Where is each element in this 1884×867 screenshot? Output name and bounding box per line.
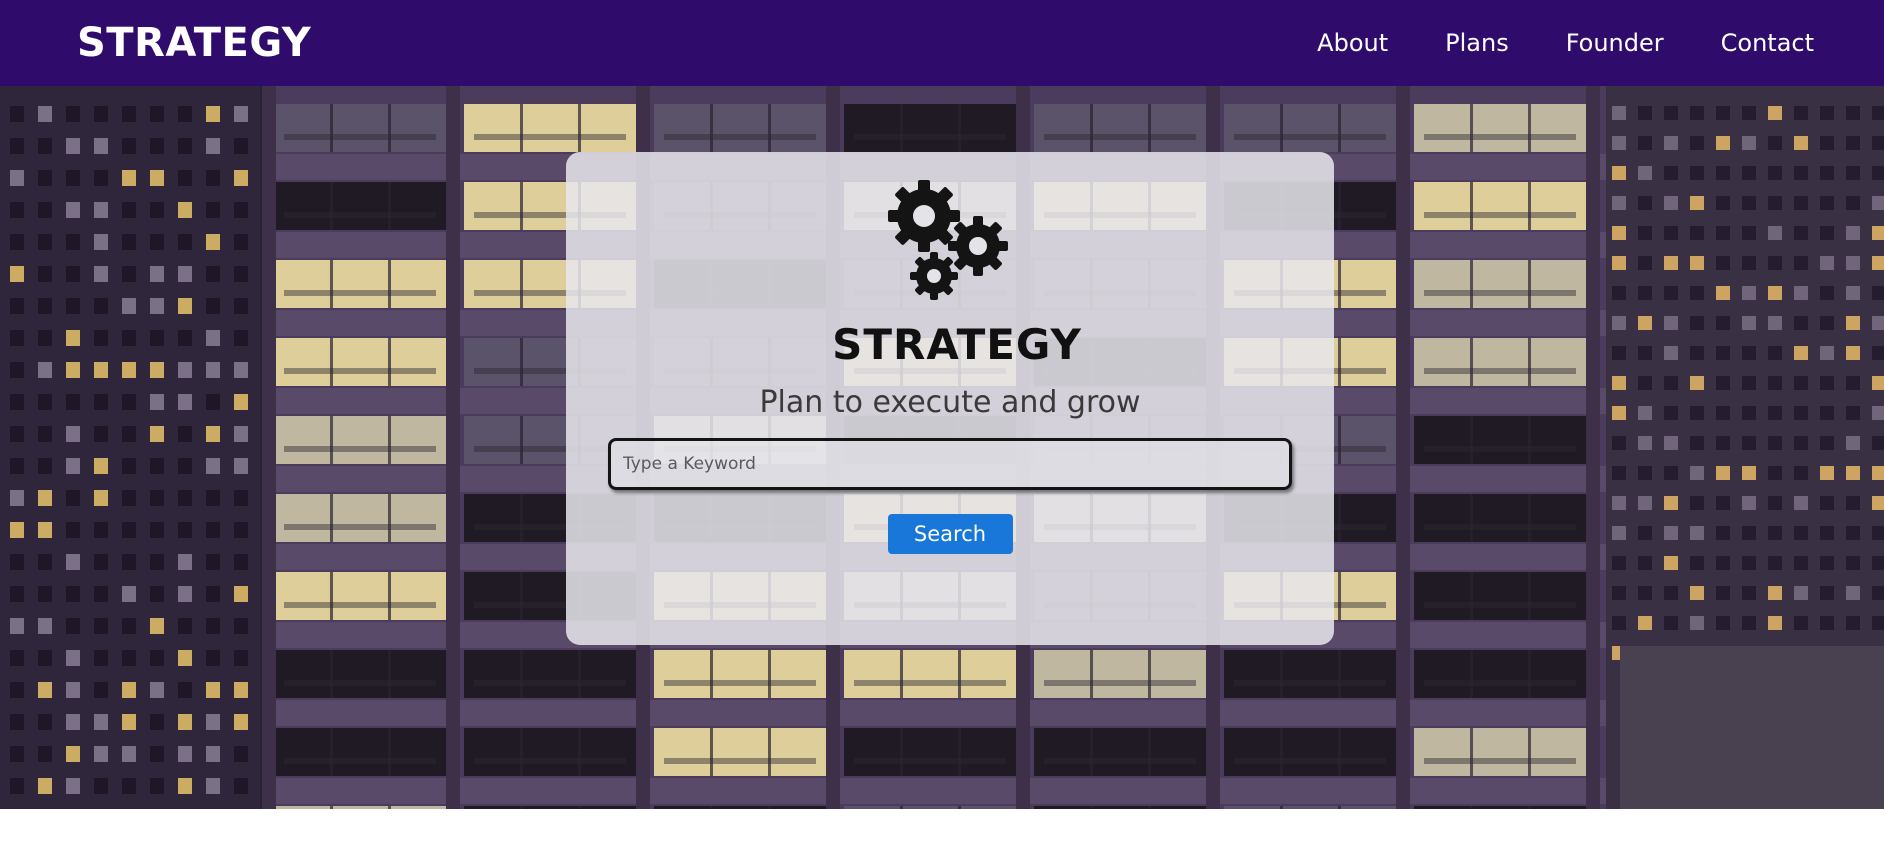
nav-link-plans[interactable]: Plans (1445, 29, 1509, 57)
search-button[interactable]: Search (887, 514, 1013, 554)
brand-logo[interactable]: STRATEGY (77, 20, 311, 66)
gears-icon (888, 180, 1008, 300)
nav-link-about[interactable]: About (1317, 29, 1388, 57)
hero-subtitle: Plan to execute and grow (759, 385, 1141, 420)
nav-link-contact[interactable]: Contact (1721, 29, 1814, 57)
nav-link-founder[interactable]: Founder (1566, 29, 1664, 57)
main-nav: About Plans Founder Contact (1317, 29, 1814, 57)
search-card: STRATEGY Plan to execute and grow Search (566, 152, 1334, 645)
hero-title: STRATEGY (832, 320, 1082, 369)
top-navbar: STRATEGY About Plans Founder Contact (0, 0, 1884, 86)
hero-section: STRATEGY Plan to execute and grow Search (0, 86, 1884, 809)
keyword-search-input[interactable] (608, 438, 1292, 490)
